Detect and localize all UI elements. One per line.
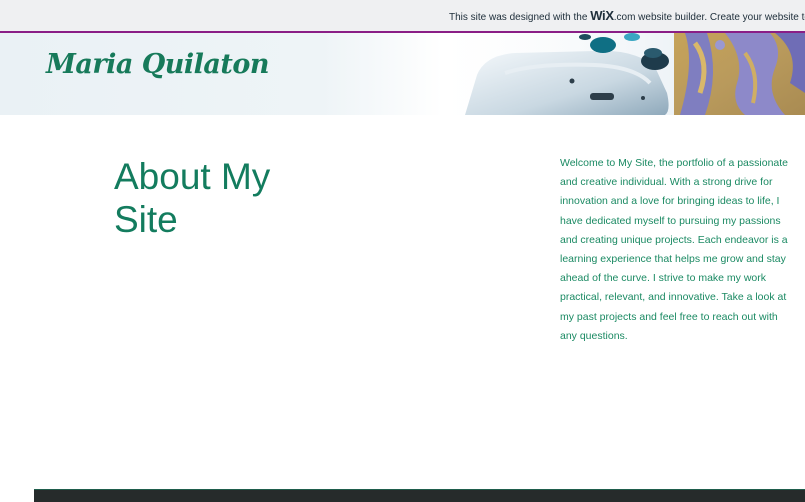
wix-banner-prefix: This site was designed with the <box>449 12 591 23</box>
site-footer <box>34 490 805 502</box>
wix-banner-suffix: .com website builder. Create your websit… <box>613 12 805 23</box>
abstract-art-photo <box>674 33 805 115</box>
about-heading: About My Site <box>114 156 271 240</box>
page: This site was designed with the WiX.com … <box>0 0 805 502</box>
wix-ad-banner[interactable]: This site was designed with the WiX.com … <box>0 0 805 33</box>
site-title[interactable]: Maria Quilaton <box>46 49 270 80</box>
about-body-text: Welcome to My Site, the portfolio of a p… <box>560 157 789 342</box>
header-image <box>445 33 805 115</box>
wix-logo[interactable]: WiX <box>590 8 614 23</box>
site-header: Maria Quilaton <box>0 33 805 115</box>
wix-banner-text[interactable]: This site was designed with the WiX.com … <box>449 8 805 23</box>
